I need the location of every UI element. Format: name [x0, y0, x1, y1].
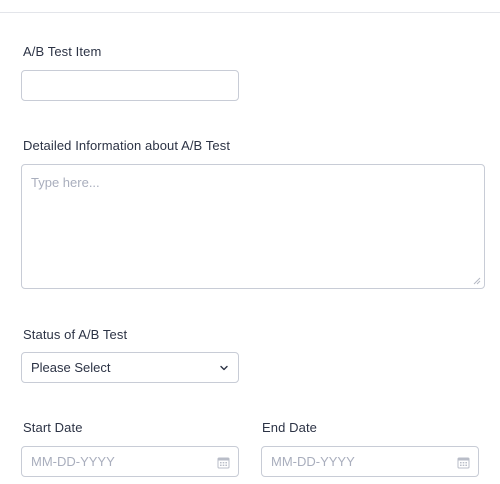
- end-date-label: End Date: [262, 420, 318, 435]
- details-placeholder: Type here...: [31, 175, 100, 190]
- ab-test-item-input[interactable]: [21, 70, 239, 101]
- chevron-down-icon: [220, 365, 228, 371]
- calendar-icon[interactable]: [217, 456, 230, 469]
- details-textarea[interactable]: Type here...: [21, 164, 485, 289]
- ab-test-item-label: A/B Test Item: [23, 44, 102, 59]
- start-date-input[interactable]: MM-DD-YYYY: [21, 446, 239, 477]
- end-date-placeholder: MM-DD-YYYY: [271, 454, 355, 469]
- calendar-icon[interactable]: [457, 456, 470, 469]
- status-selected-value: Please Select: [31, 360, 111, 375]
- start-date-label: Start Date: [23, 420, 83, 435]
- status-label: Status of A/B Test: [23, 327, 128, 342]
- details-label: Detailed Information about A/B Test: [23, 138, 231, 153]
- end-date-input[interactable]: MM-DD-YYYY: [261, 446, 479, 477]
- top-divider: [0, 12, 500, 13]
- resize-grip-icon[interactable]: [473, 277, 481, 285]
- status-select[interactable]: Please Select: [21, 352, 239, 383]
- start-date-placeholder: MM-DD-YYYY: [31, 454, 115, 469]
